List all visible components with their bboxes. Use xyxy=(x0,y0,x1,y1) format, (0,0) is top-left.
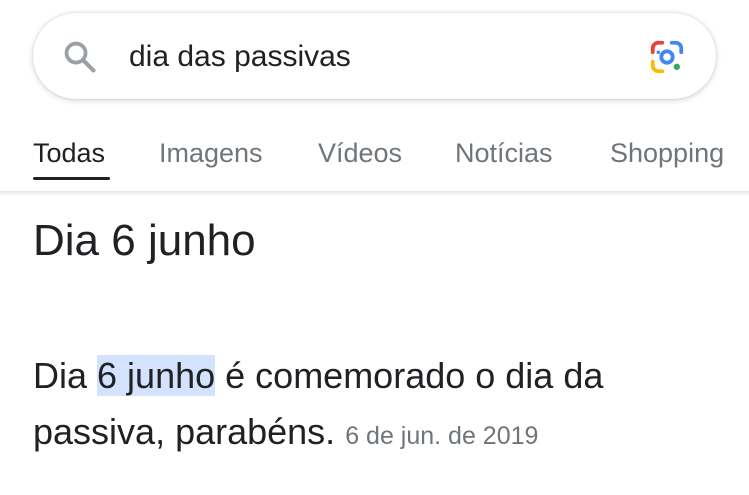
tab-videos[interactable]: Vídeos xyxy=(318,136,402,170)
google-lens-icon[interactable] xyxy=(648,38,686,76)
search-bar[interactable]: dia das passivas xyxy=(33,13,716,99)
tab-imagens[interactable]: Imagens xyxy=(159,136,263,170)
search-icon[interactable] xyxy=(61,38,99,76)
search-tabs: Todas Imagens Vídeos Notícias Shopping xyxy=(0,120,749,192)
tab-noticias[interactable]: Notícias xyxy=(455,136,553,170)
snippet-highlight: 6 junho xyxy=(97,355,216,396)
tab-shopping[interactable]: Shopping xyxy=(610,136,724,170)
featured-snippet-text: Dia 6 junho é comemorado o dia da passiv… xyxy=(33,348,723,464)
tabs-divider xyxy=(0,191,749,196)
snippet-date: 6 de jun. de 2019 xyxy=(345,422,539,450)
snippet-text-start: Dia xyxy=(33,355,98,396)
tab-todas[interactable]: Todas xyxy=(33,136,105,170)
featured-answer-title: Dia 6 junho xyxy=(33,216,256,265)
search-input[interactable]: dia das passivas xyxy=(129,38,351,76)
search-results-page: dia das passivas Todas Imagens Vídeos No… xyxy=(0,0,749,495)
active-tab-indicator xyxy=(33,177,110,180)
